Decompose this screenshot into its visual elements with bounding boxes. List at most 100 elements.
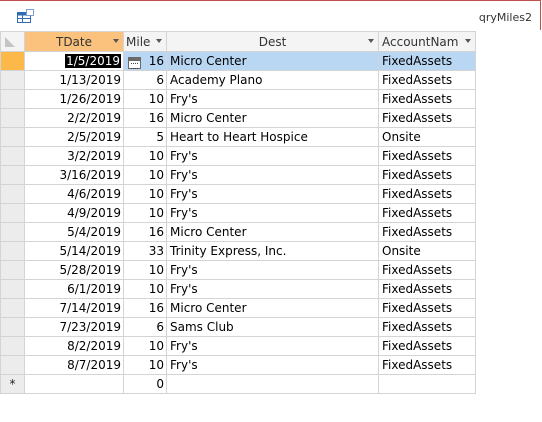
cell-tdate[interactable]: 1/13/2019 <box>24 70 124 90</box>
row-selector[interactable] <box>0 279 25 299</box>
cell-tdate[interactable]: 1/26/2019 <box>24 89 124 109</box>
cell-miles[interactable]: 16 <box>123 222 167 242</box>
cell-account[interactable]: FixedAssets <box>378 203 476 223</box>
chevron-down-icon[interactable] <box>465 39 471 43</box>
row-selector[interactable] <box>0 70 25 90</box>
row-selector[interactable] <box>0 184 25 204</box>
cell-tdate[interactable]: 5/28/2019 <box>24 260 124 280</box>
row-selector[interactable] <box>0 203 25 223</box>
cell-account[interactable]: FixedAssets <box>378 108 476 128</box>
table-row[interactable]: 5/14/2019 33 Trinity Express, Inc. Onsite <box>0 241 476 261</box>
cell-account[interactable]: FixedAssets <box>378 184 476 204</box>
cell-account[interactable]: FixedAssets <box>378 70 476 90</box>
table-row[interactable]: 1/13/2019 6 Academy Plano FixedAssets <box>0 70 476 90</box>
new-record-marker[interactable]: * <box>0 374 25 394</box>
cell-account[interactable]: FixedAssets <box>378 355 476 375</box>
cell-dest[interactable]: Fry's <box>166 165 379 185</box>
cell-miles[interactable]: 10 <box>123 89 167 109</box>
cell-account[interactable]: FixedAssets <box>378 51 476 71</box>
cell-tdate[interactable] <box>24 374 124 394</box>
table-row[interactable]: 4/9/2019 10 Fry's FixedAssets <box>0 203 476 223</box>
cell-tdate[interactable]: 1/5/2019 <box>24 51 124 71</box>
row-selector[interactable] <box>0 165 25 185</box>
cell-miles[interactable]: 33 <box>123 241 167 261</box>
cell-account[interactable] <box>378 374 476 394</box>
cell-account[interactable]: FixedAssets <box>378 146 476 166</box>
table-row[interactable]: 7/23/2019 6 Sams Club FixedAssets <box>0 317 476 337</box>
cell-account[interactable]: FixedAssets <box>378 317 476 337</box>
cell-dest[interactable]: Micro Center <box>166 51 379 71</box>
cell-tdate[interactable]: 5/14/2019 <box>24 241 124 261</box>
row-selector[interactable] <box>0 260 25 280</box>
cell-tdate[interactable]: 6/1/2019 <box>24 279 124 299</box>
cell-account[interactable]: FixedAssets <box>378 298 476 318</box>
table-row[interactable]: 1/5/2019 16 Micro Center FixedAssets <box>0 51 476 71</box>
table-row[interactable]: 3/16/2019 10 Fry's FixedAssets <box>0 165 476 185</box>
cell-account[interactable]: Onsite <box>378 127 476 147</box>
cell-dest[interactable]: Fry's <box>166 260 379 280</box>
cell-dest[interactable]: Trinity Express, Inc. <box>166 241 379 261</box>
cell-tdate[interactable]: 8/7/2019 <box>24 355 124 375</box>
cell-miles[interactable]: 10 <box>123 355 167 375</box>
cell-dest[interactable]: Fry's <box>166 279 379 299</box>
cell-dest[interactable]: Fry's <box>166 355 379 375</box>
column-header-miles[interactable]: Mile <box>123 31 167 52</box>
column-header-dest[interactable]: Dest <box>166 31 379 52</box>
row-selector[interactable] <box>0 89 25 109</box>
new-record-row[interactable]: * 0 <box>0 374 476 394</box>
table-row[interactable]: 8/2/2019 10 Fry's FixedAssets <box>0 336 476 356</box>
cell-miles[interactable]: 16 <box>123 108 167 128</box>
calendar-icon[interactable] <box>128 56 141 69</box>
row-selector[interactable] <box>0 241 25 261</box>
cell-miles[interactable]: 10 <box>123 203 167 223</box>
cell-tdate[interactable]: 3/16/2019 <box>24 165 124 185</box>
row-selector[interactable] <box>0 355 25 375</box>
cell-miles[interactable]: 16 <box>123 51 167 71</box>
cell-dest[interactable]: Academy Plano <box>166 70 379 90</box>
cell-miles[interactable]: 10 <box>123 336 167 356</box>
row-selector[interactable] <box>0 146 25 166</box>
table-row[interactable]: 2/2/2019 16 Micro Center FixedAssets <box>0 108 476 128</box>
cell-edit-value[interactable]: 1/5/2019 <box>65 54 121 68</box>
cell-account[interactable]: FixedAssets <box>378 260 476 280</box>
cell-miles[interactable]: 6 <box>123 70 167 90</box>
chevron-down-icon[interactable] <box>113 39 119 43</box>
cell-tdate[interactable]: 7/14/2019 <box>24 298 124 318</box>
cell-account[interactable]: FixedAssets <box>378 89 476 109</box>
table-row[interactable]: 5/28/2019 10 Fry's FixedAssets <box>0 260 476 280</box>
cell-account[interactable]: FixedAssets <box>378 165 476 185</box>
cell-miles[interactable]: 6 <box>123 317 167 337</box>
select-all-corner[interactable] <box>0 31 25 52</box>
row-selector[interactable] <box>0 51 25 71</box>
cell-tdate[interactable]: 2/5/2019 <box>24 127 124 147</box>
table-row[interactable]: 3/2/2019 10 Fry's FixedAssets <box>0 146 476 166</box>
cell-tdate[interactable]: 4/9/2019 <box>24 203 124 223</box>
cell-account[interactable]: Onsite <box>378 241 476 261</box>
cell-dest[interactable]: Micro Center <box>166 222 379 242</box>
cell-tdate[interactable]: 2/2/2019 <box>24 108 124 128</box>
cell-miles[interactable]: 5 <box>123 127 167 147</box>
cell-dest[interactable]: Sams Club <box>166 317 379 337</box>
cell-tdate[interactable]: 3/2/2019 <box>24 146 124 166</box>
table-row[interactable]: 4/6/2019 10 Fry's FixedAssets <box>0 184 476 204</box>
table-row[interactable]: 7/14/2019 16 Micro Center FixedAssets <box>0 298 476 318</box>
cell-account[interactable]: FixedAssets <box>378 222 476 242</box>
cell-account[interactable]: FixedAssets <box>378 336 476 356</box>
table-row[interactable]: 5/4/2019 16 Micro Center FixedAssets <box>0 222 476 242</box>
row-selector[interactable] <box>0 298 25 318</box>
row-selector[interactable] <box>0 336 25 356</box>
row-selector[interactable] <box>0 108 25 128</box>
table-row[interactable]: 2/5/2019 5 Heart to Heart Hospice Onsite <box>0 127 476 147</box>
row-selector[interactable] <box>0 222 25 242</box>
cell-dest[interactable]: Fry's <box>166 184 379 204</box>
column-header-tdate[interactable]: TDate <box>24 31 124 52</box>
cell-miles[interactable]: 10 <box>123 165 167 185</box>
table-row[interactable]: 6/1/2019 10 Fry's FixedAssets <box>0 279 476 299</box>
cell-dest[interactable]: Fry's <box>166 336 379 356</box>
cell-dest[interactable]: Micro Center <box>166 298 379 318</box>
chevron-down-icon[interactable] <box>368 39 374 43</box>
row-selector[interactable] <box>0 127 25 147</box>
cell-miles[interactable]: 10 <box>123 146 167 166</box>
cell-tdate[interactable]: 7/23/2019 <box>24 317 124 337</box>
cell-tdate[interactable]: 4/6/2019 <box>24 184 124 204</box>
